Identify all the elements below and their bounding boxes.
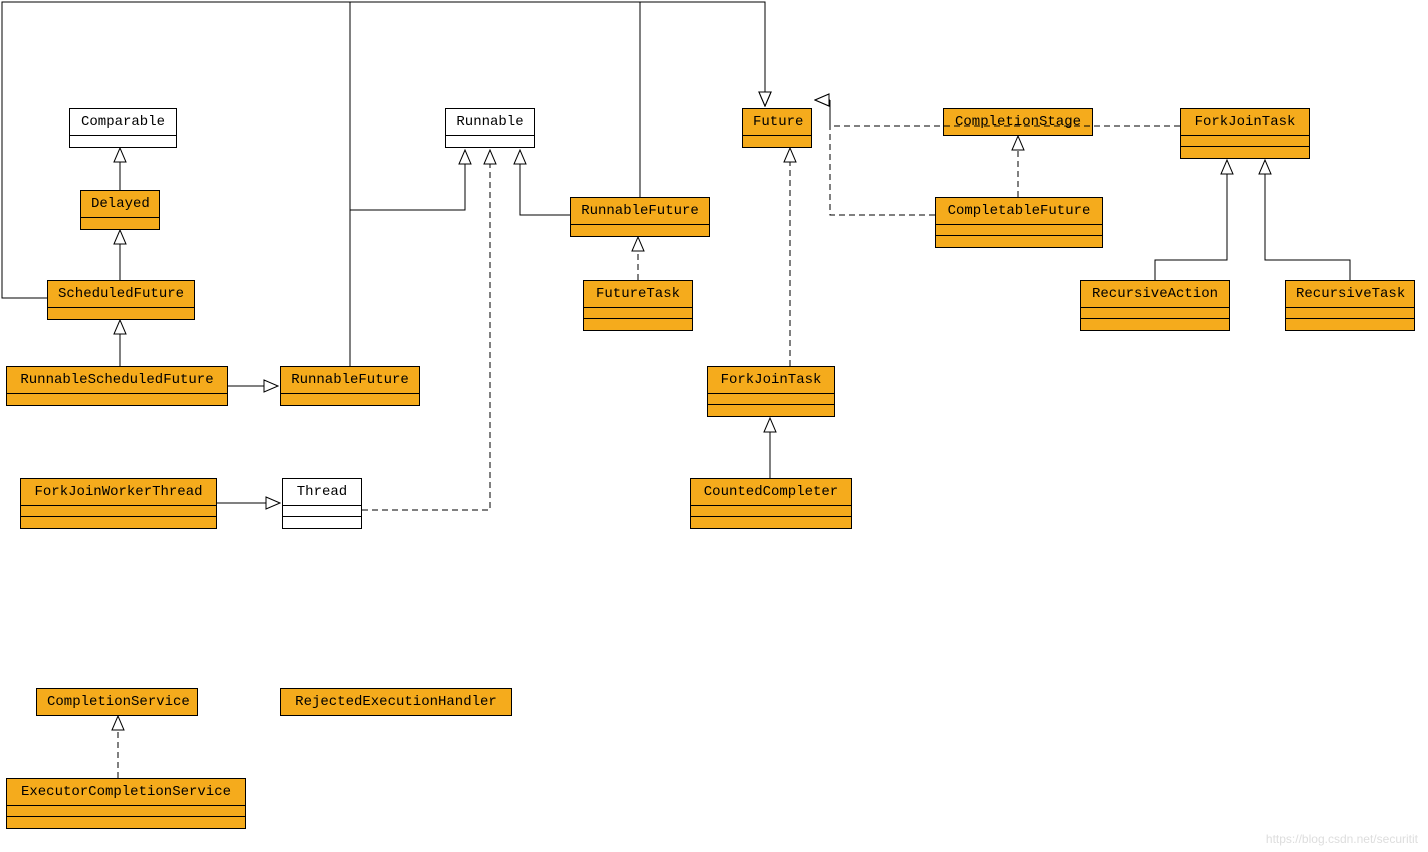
class-completablefuture: CompletableFuture <box>935 197 1103 248</box>
label-recursiveaction: RecursiveAction <box>1081 281 1229 308</box>
class-forkjointask-mid: ForkJoinTask <box>707 366 835 417</box>
label-scheduledfuture: ScheduledFuture <box>48 281 194 308</box>
class-forkjointask-top: ForkJoinTask <box>1180 108 1310 159</box>
class-runnablescheduledfuture: RunnableScheduledFuture <box>6 366 228 406</box>
class-executorcompletionservice: ExecutorCompletionService <box>6 778 246 829</box>
class-runnable: Runnable <box>445 108 535 148</box>
label-runnable: Runnable <box>446 109 534 136</box>
label-rejectedexecutionhandler: RejectedExecutionHandler <box>281 689 511 715</box>
class-delayed: Delayed <box>80 190 160 230</box>
class-futuretask: FutureTask <box>583 280 693 331</box>
label-forkjoinworkerthread: ForkJoinWorkerThread <box>21 479 216 506</box>
class-completionservice: CompletionService <box>36 688 198 716</box>
label-completionservice: CompletionService <box>37 689 197 715</box>
class-completionstage: CompletionStage <box>943 108 1093 136</box>
class-recursivetask: RecursiveTask <box>1285 280 1415 331</box>
class-forkjoinworkerthread: ForkJoinWorkerThread <box>20 478 217 529</box>
class-future: Future <box>742 108 812 148</box>
label-delayed: Delayed <box>81 191 159 218</box>
label-countedcompleter: CountedCompleter <box>691 479 851 506</box>
class-comparable: Comparable <box>69 108 177 148</box>
class-recursiveaction: RecursiveAction <box>1080 280 1230 331</box>
label-future: Future <box>743 109 811 136</box>
class-rejectedexecutionhandler: RejectedExecutionHandler <box>280 688 512 716</box>
class-runnablefuture-left: RunnableFuture <box>280 366 420 406</box>
label-runnablefuture-left: RunnableFuture <box>281 367 419 394</box>
label-futuretask: FutureTask <box>584 281 692 308</box>
label-forkjointask-mid: ForkJoinTask <box>708 367 834 394</box>
label-executorcompletionservice: ExecutorCompletionService <box>7 779 245 806</box>
label-runnablefuture-mid: RunnableFuture <box>571 198 709 225</box>
class-runnablefuture-mid: RunnableFuture <box>570 197 710 237</box>
class-thread: Thread <box>282 478 362 529</box>
label-thread: Thread <box>283 479 361 506</box>
label-runnablescheduledfuture: RunnableScheduledFuture <box>7 367 227 394</box>
label-forkjointask-top: ForkJoinTask <box>1181 109 1309 136</box>
label-completablefuture: CompletableFuture <box>936 198 1102 225</box>
class-countedcompleter: CountedCompleter <box>690 478 852 529</box>
label-completionstage: CompletionStage <box>944 109 1092 135</box>
watermark: https://blog.csdn.net/securitit <box>1266 832 1418 846</box>
label-comparable: Comparable <box>70 109 176 136</box>
label-recursivetask: RecursiveTask <box>1286 281 1414 308</box>
class-scheduledfuture: ScheduledFuture <box>47 280 195 320</box>
